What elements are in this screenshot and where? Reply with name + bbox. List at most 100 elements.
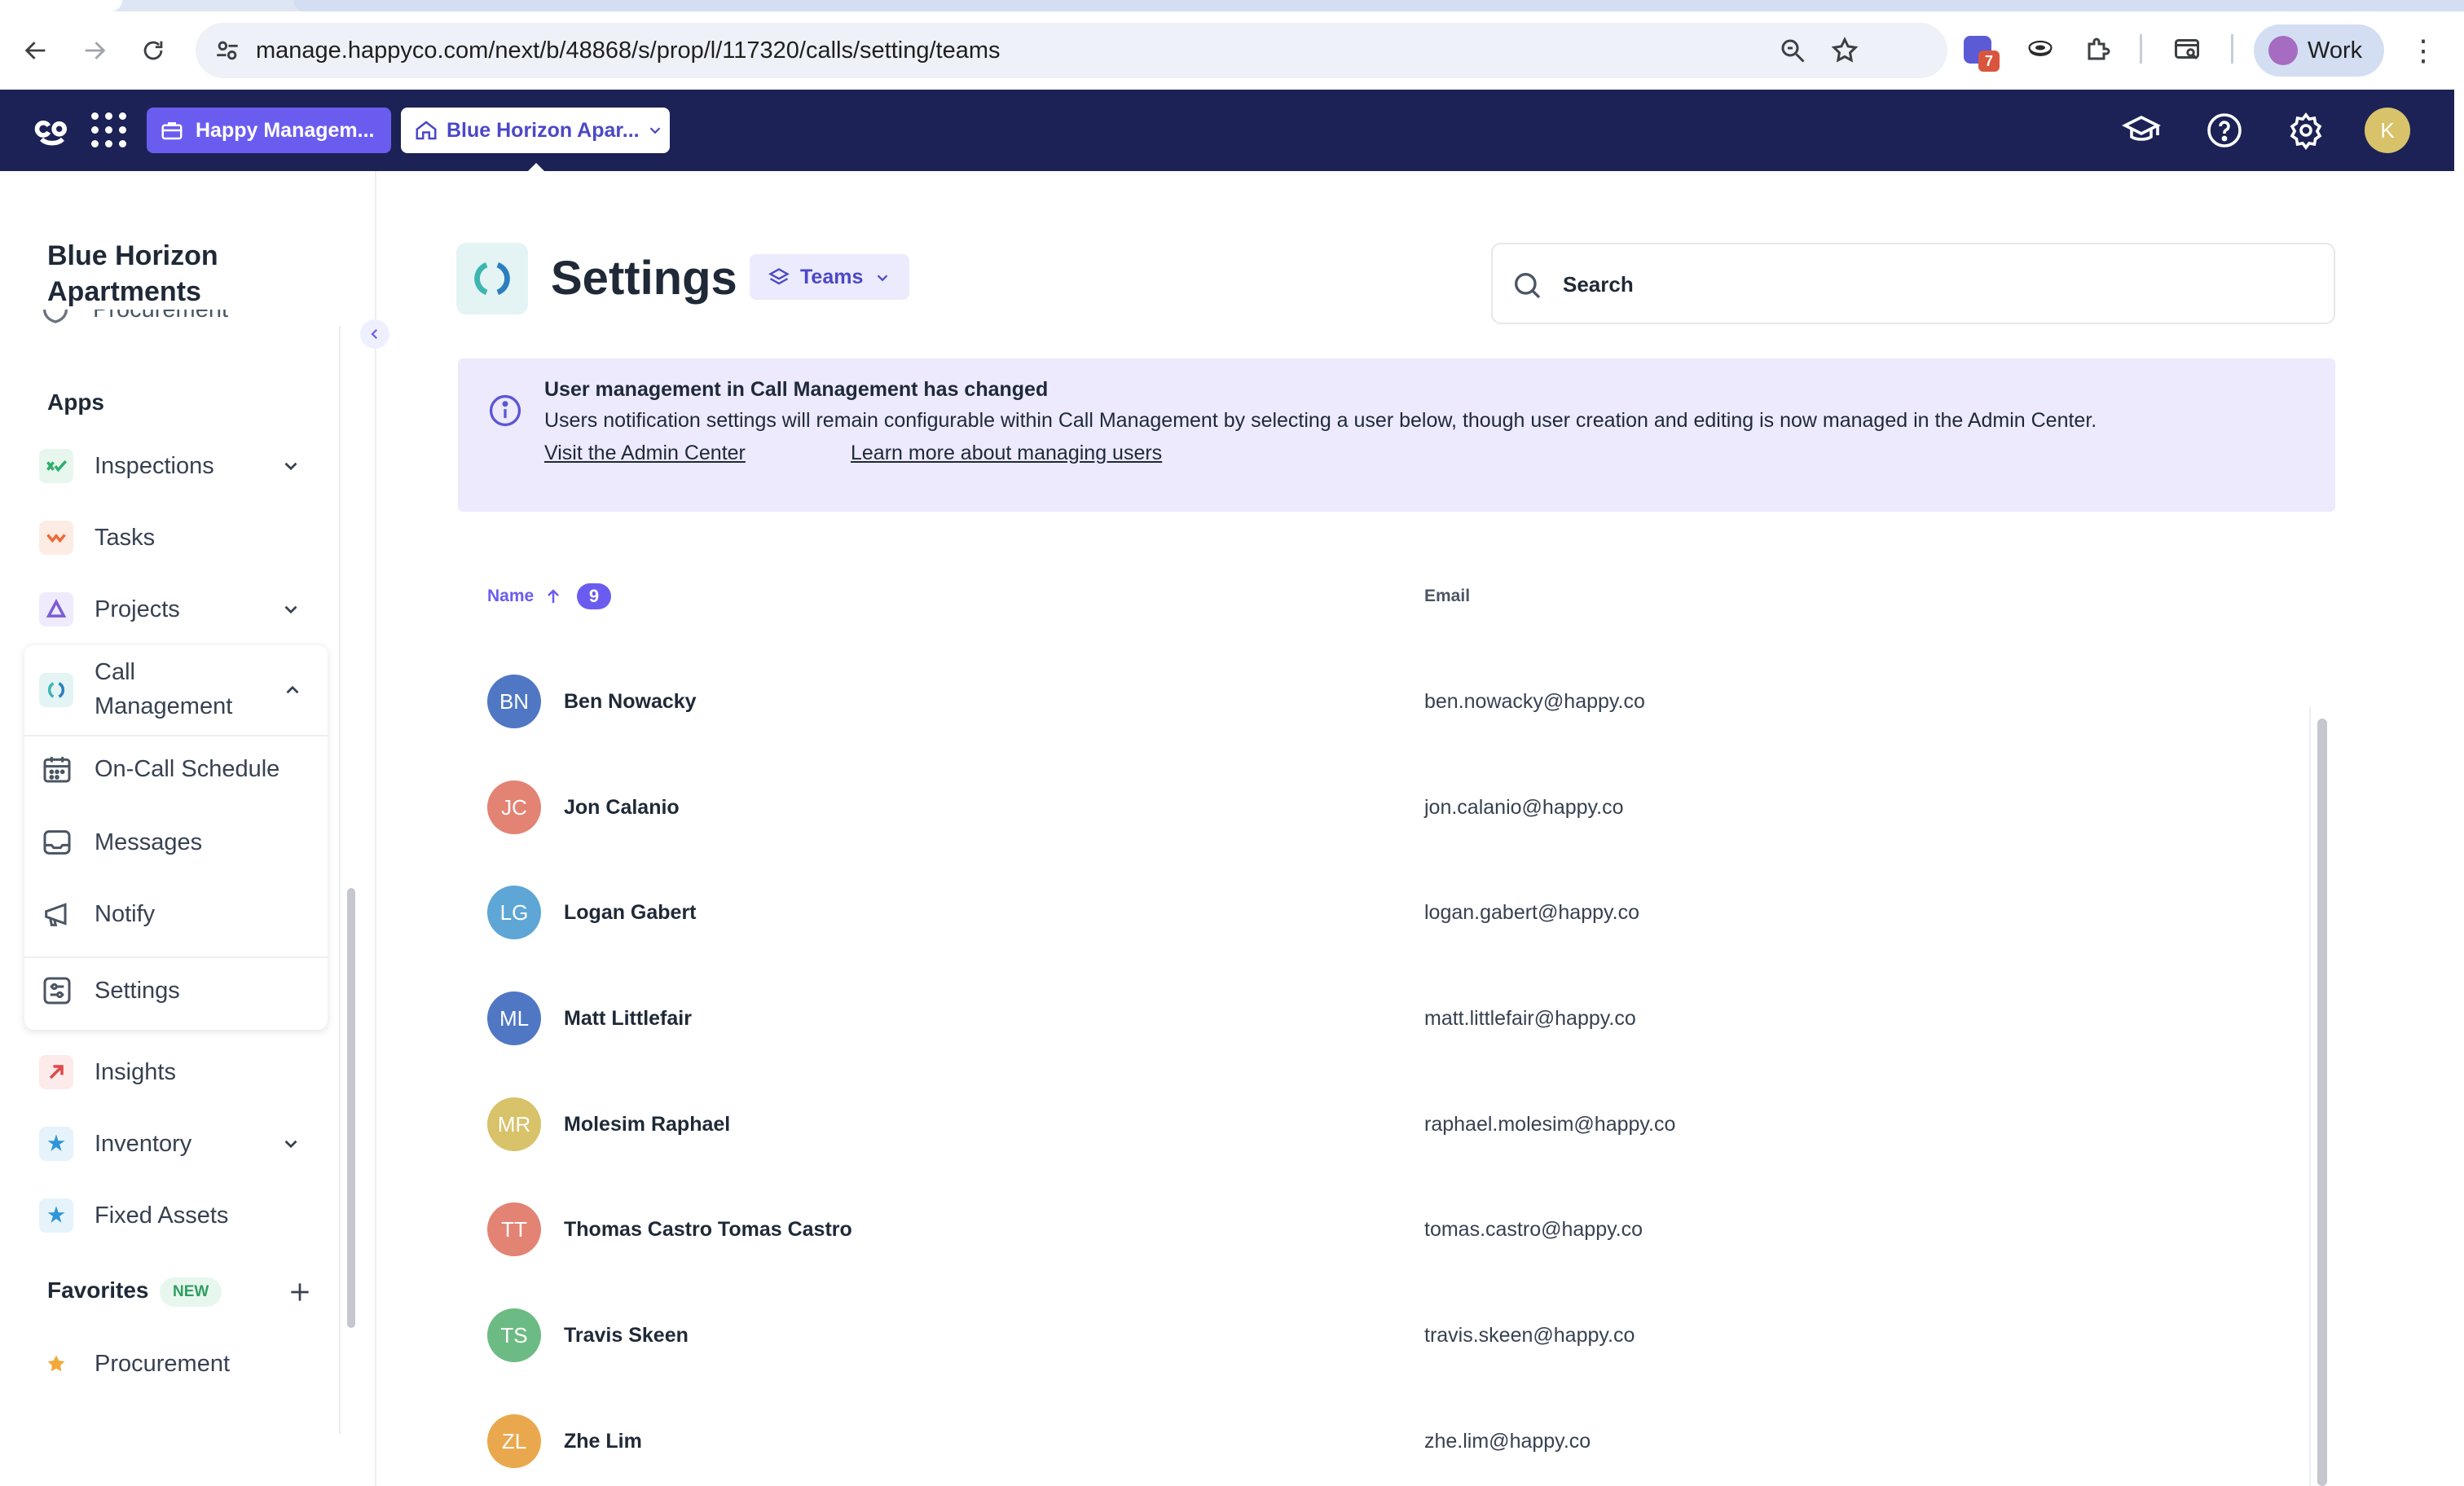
sidebar: Blue Horizon Apartments Procurement Apps…: [0, 171, 389, 1486]
user-email: matt.littlefair@happy.co: [1424, 1007, 1636, 1030]
sidebar-item-label: Inventory: [95, 1130, 192, 1157]
visit-admin-center-link[interactable]: Visit the Admin Center: [544, 442, 746, 465]
table-scrollbar[interactable]: [2309, 707, 2334, 1486]
chevron-down-icon[interactable]: [280, 1133, 301, 1154]
user-email: travis.skeen@happy.co: [1424, 1324, 1635, 1347]
extension-icon[interactable]: 7: [1964, 36, 2000, 72]
sidebar-item-procurement-partial[interactable]: Procurement: [39, 310, 332, 345]
name-column-header[interactable]: Name: [487, 587, 563, 606]
avatar: TT: [487, 1202, 541, 1256]
teams-dropdown[interactable]: Teams: [750, 254, 909, 300]
chevron-down-icon[interactable]: [280, 599, 301, 620]
collapse-sidebar-button[interactable]: [360, 319, 389, 349]
sidebar-item-notify[interactable]: Notify: [24, 881, 328, 947]
organization-switcher[interactable]: Happy Managem...: [147, 108, 391, 153]
chevron-down-icon: [877, 275, 888, 282]
user-email: zhe.lim@happy.co: [1424, 1430, 1591, 1453]
user-name: Logan Gabert: [564, 901, 697, 924]
table-row[interactable]: TT Thomas Castro Tomas Castro tomas.cast…: [458, 1176, 2299, 1282]
banner-text: Users notification settings will remain …: [544, 409, 2097, 432]
favorite-item-procurement[interactable]: Procurement: [24, 1331, 326, 1396]
back-button[interactable]: [13, 28, 59, 73]
sidebar-item-on-call-schedule[interactable]: On-Call Schedule: [24, 736, 328, 802]
happyco-logo-icon[interactable]: [31, 109, 73, 152]
table-row[interactable]: BN Ben Nowacky ben.nowacky@happy.co: [458, 648, 2299, 754]
extension-disc-icon[interactable]: [2024, 33, 2057, 65]
address-bar[interactable]: manage.happyco.com/next/b/48868/s/prop/l…: [196, 23, 1947, 78]
extensions-puzzle-icon[interactable]: [2083, 33, 2115, 65]
url-text[interactable]: manage.happyco.com/next/b/48868/s/prop/l…: [256, 23, 1001, 78]
user-avatar[interactable]: K: [2365, 108, 2410, 153]
tab-strip: [0, 0, 2464, 11]
fixed-assets-icon: [39, 1198, 73, 1233]
search-icon: [1515, 273, 1541, 299]
help-icon[interactable]: [2205, 111, 2244, 150]
sidebar-item-inventory[interactable]: Inventory: [24, 1111, 326, 1176]
sidebar-item-projects[interactable]: Projects: [24, 577, 326, 642]
sidebar-item-inspections[interactable]: Inspections: [24, 433, 326, 499]
sidebar-item-tasks[interactable]: Tasks: [24, 505, 326, 570]
avatar: MR: [487, 1097, 541, 1151]
search-field[interactable]: [1491, 243, 2335, 324]
projects-icon: [39, 592, 73, 626]
sidebar-item-insights[interactable]: Insights: [24, 1040, 326, 1105]
avatar: TS: [487, 1308, 541, 1362]
organization-label: Happy Managem...: [196, 118, 375, 142]
tab-search-icon[interactable]: [2171, 33, 2203, 65]
table-row[interactable]: LG Logan Gabert logan.gabert@happy.co: [458, 860, 2299, 965]
insights-icon: [39, 1055, 73, 1089]
email-column-header[interactable]: Email: [1424, 587, 1470, 606]
sliders-icon: [43, 977, 71, 1005]
reload-button[interactable]: [130, 28, 176, 73]
table-scrollbar-thumb[interactable]: [2317, 719, 2327, 1486]
property-switcher[interactable]: Blue Horizon Apar...: [401, 108, 670, 153]
sidebar-item-label: Inspections: [95, 452, 214, 479]
sidebar-item-label: On-Call Schedule: [95, 756, 280, 782]
chevron-down-icon[interactable]: [280, 455, 301, 477]
bookmark-star-icon[interactable]: [1830, 36, 1859, 65]
sidebar-item-settings[interactable]: Settings: [24, 958, 328, 1023]
sidebar-item-fixed-assets[interactable]: Fixed Assets: [24, 1183, 326, 1248]
browser-menu-icon[interactable]: ⋮: [2409, 31, 2438, 70]
user-name: Travis Skeen: [564, 1324, 689, 1347]
profile-button[interactable]: Work: [2254, 24, 2384, 77]
sidebar-item-label: Call Management: [95, 659, 233, 719]
sidebar-scrollbar-thumb[interactable]: [347, 888, 355, 1328]
user-count-badge: 9: [577, 583, 611, 609]
search-input[interactable]: [1563, 261, 2296, 308]
app-launcher-icon[interactable]: [91, 112, 127, 148]
academy-cap-icon[interactable]: [2122, 111, 2161, 150]
users-table: Name 9 Email BN Ben Nowacky ben.nowacky@…: [458, 536, 2335, 1486]
site-settings-icon[interactable]: [213, 37, 241, 64]
add-favorite-icon[interactable]: [287, 1279, 313, 1305]
table-row[interactable]: ZL Zhe Lim zhe.lim@happy.co: [458, 1388, 2299, 1486]
table-row[interactable]: ML Matt Littlefair matt.littlefair@happy…: [458, 965, 2299, 1071]
sidebar-item-label: Tasks: [95, 524, 156, 551]
forward-button[interactable]: [72, 28, 117, 73]
avatar: BN: [487, 675, 541, 728]
briefcase-icon: [161, 122, 183, 140]
page-scroll-gutter: [2454, 90, 2464, 1486]
inactive-tab-area[interactable]: [293, 0, 2464, 11]
sidebar-scrollbar[interactable]: [339, 326, 360, 1434]
gear-icon[interactable]: [2286, 111, 2325, 150]
banner-title: User management in Call Management has c…: [544, 378, 1049, 401]
learn-more-link[interactable]: Learn more about managing users: [851, 442, 1162, 465]
table-row[interactable]: JC Jon Calanio jon.calanio@happy.co: [458, 754, 2299, 860]
sidebar-item-messages[interactable]: Messages: [24, 810, 328, 875]
main-content: Settings Teams User management in Call M…: [378, 171, 2454, 1486]
table-row[interactable]: MR Molesim Raphael raphael.molesim@happy…: [458, 1071, 2299, 1177]
info-icon: [489, 394, 521, 427]
property-label: Blue Horizon Apar...: [447, 118, 640, 142]
sort-ascending-icon: [548, 589, 560, 603]
zoom-icon[interactable]: [1778, 36, 1807, 65]
user-name: Zhe Lim: [564, 1430, 642, 1453]
user-name: Molesim Raphael: [564, 1113, 731, 1136]
table-row[interactable]: TS Travis Skeen travis.skeen@happy.co: [458, 1282, 2299, 1388]
sidebar-item-call-management[interactable]: Call Management: [24, 645, 328, 735]
call-management-group: Call Management On-Call Schedule Message…: [24, 645, 328, 1030]
profile-avatar: [2268, 36, 2298, 65]
active-tab-edge: [0, 0, 122, 11]
chevron-up-icon[interactable]: [282, 679, 303, 701]
user-email: ben.nowacky@happy.co: [1424, 690, 1645, 713]
